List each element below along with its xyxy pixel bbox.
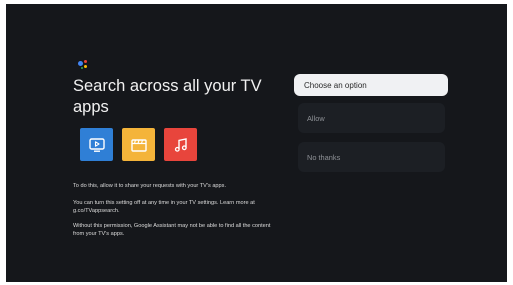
page-title: Search across all your TV apps — [73, 77, 262, 116]
tv-screen: Search across all your TV apps To do thi… — [6, 4, 507, 282]
options-panel: Choose an option Allow No thanks — [294, 74, 448, 181]
permission-warning-text: Without this permission, Google Assistan… — [73, 223, 271, 237]
share-requests-text: To do this, allow it to share your reque… — [73, 183, 226, 189]
clapperboard-icon — [122, 128, 155, 161]
settings-info-text: You can turn this setting off at any tim… — [73, 200, 255, 214]
choose-option-header: Choose an option — [294, 74, 448, 96]
allow-button[interactable]: Allow — [298, 103, 445, 133]
music-note-icon — [164, 128, 197, 161]
app-icons-row — [80, 128, 197, 161]
no-thanks-button[interactable]: No thanks — [298, 142, 445, 172]
google-assistant-icon — [78, 60, 88, 70]
tv-play-icon — [80, 128, 113, 161]
